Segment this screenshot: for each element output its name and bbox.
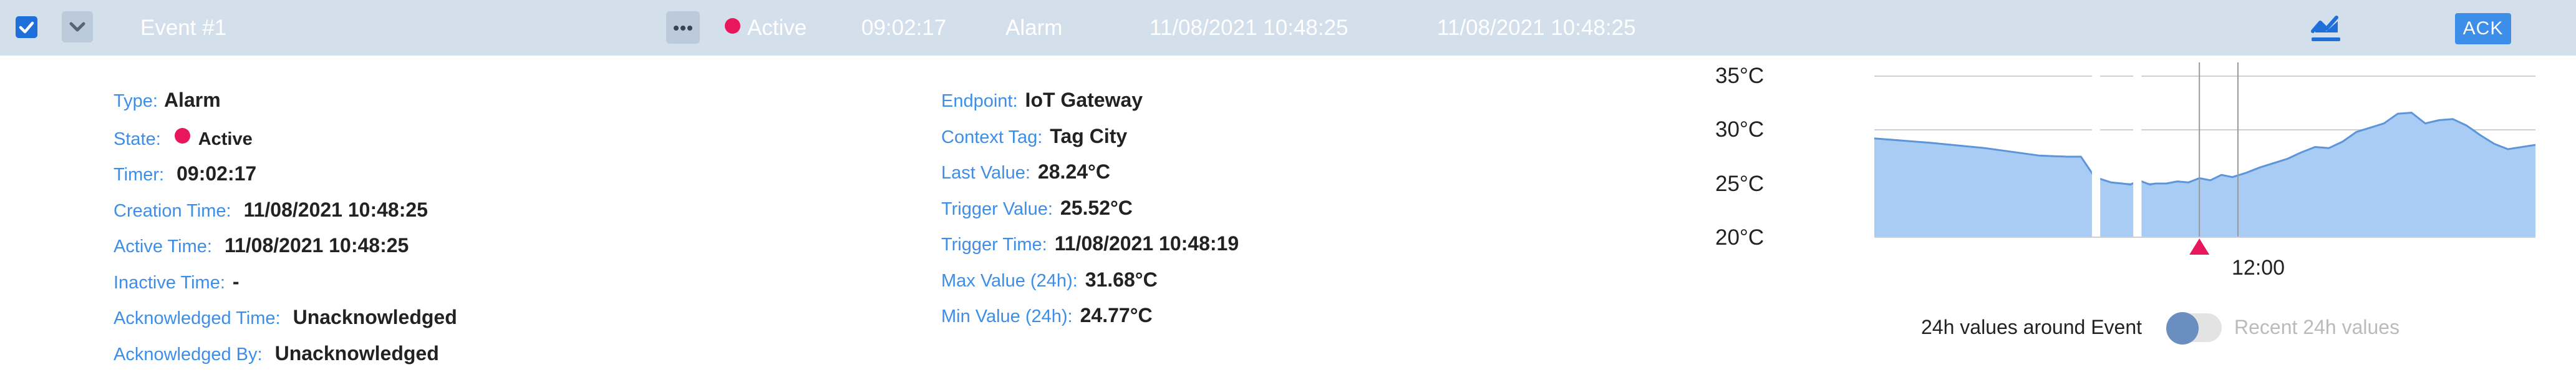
series-area — [1874, 112, 2535, 237]
y-tick-label: 35°C — [1715, 64, 1765, 88]
select-checkbox[interactable] — [16, 16, 37, 38]
detail-label: Creation Time: — [114, 201, 231, 221]
y-tick-label: 30°C — [1715, 117, 1765, 142]
event-marker-triangle — [2189, 238, 2210, 255]
checkbox-check-icon — [19, 21, 34, 34]
detail-label: Inactive Time: — [114, 273, 225, 293]
detail-trigger-value: Trigger Value: 25.52°C — [941, 198, 1133, 218]
detail-type: Type: Alarm — [114, 90, 221, 110]
chevron-down-icon — [69, 22, 85, 32]
detail-acknowledged-by: Acknowledged By: Unacknowledged — [114, 343, 439, 364]
chart-range-toggle-knob[interactable] — [2166, 312, 2199, 345]
detail-value: Tag City — [1050, 125, 1128, 147]
detail-value: IoT Gateway — [1025, 89, 1143, 111]
header-timer: 09:02:17 — [861, 16, 947, 40]
detail-timer: Timer: 09:02:17 — [114, 164, 256, 184]
y-tick-label: 25°C — [1715, 172, 1765, 196]
more-actions-button[interactable] — [666, 11, 700, 44]
header-active-time: 11/08/2021 10:48:25 — [1437, 16, 1636, 40]
detail-inactive-time: Inactive Time: - — [114, 272, 240, 292]
detail-endpoint: Endpoint: IoT Gateway — [941, 90, 1143, 110]
detail-label: Active Time: — [114, 237, 212, 257]
data-gap — [2091, 73, 2101, 237]
detail-label: Trigger Time: — [941, 235, 1047, 255]
detail-value: 11/08/2021 10:48:19 — [1054, 232, 1239, 255]
ack-button[interactable]: ACK — [2455, 13, 2511, 44]
header-type: Alarm — [1005, 16, 1063, 40]
y-tick-label: 20°C — [1715, 225, 1765, 250]
header-state: Active — [747, 16, 807, 40]
chart-plot-area[interactable] — [1865, 62, 2539, 262]
event-header-bar[interactable]: Event #1 Active 09:02:17 Alarm 11/08/202… — [0, 0, 2576, 56]
detail-active-time: Active Time: 11/08/2021 10:48:25 — [114, 235, 409, 256]
detail-value: - — [232, 270, 240, 293]
detail-context-tag: Context Tag: Tag City — [941, 126, 1127, 147]
detail-label: Context Tag: — [941, 127, 1043, 147]
detail-label: Acknowledged By: — [114, 345, 263, 365]
detail-state: State: Active — [114, 128, 253, 149]
detail-label: Endpoint: — [941, 91, 1018, 111]
toggle-left-label[interactable]: 24h values around Event — [1921, 317, 2142, 337]
toggle-right-label[interactable]: Recent 24h values — [2234, 317, 2399, 337]
detail-value: Unacknowledged — [293, 306, 457, 328]
detail-acknowledged-time: Acknowledged Time: Unacknowledged — [114, 307, 457, 328]
detail-creation-time: Creation Time: 11/08/2021 10:48:25 — [114, 200, 428, 220]
x-tick-label: 12:00 — [2232, 256, 2285, 280]
detail-value: 09:02:17 — [177, 162, 257, 185]
trend-chart-button[interactable] — [2309, 12, 2343, 47]
detail-value: 11/08/2021 10:48:25 — [224, 234, 409, 257]
detail-label: Min Value (24h): — [941, 306, 1073, 326]
detail-label: Last Value: — [941, 163, 1030, 183]
detail-label: Type: — [114, 91, 158, 111]
detail-value: 11/08/2021 10:48:25 — [243, 198, 428, 221]
detail-trigger-time: Trigger Time: 11/08/2021 10:48:19 — [941, 233, 1239, 254]
detail-label: Trigger Value: — [941, 199, 1053, 219]
detail-label: Timer: — [114, 165, 165, 185]
active-status-dot — [175, 128, 191, 144]
detail-value: Active — [198, 129, 253, 149]
detail-max-value: Max Value (24h): 31.68°C — [941, 270, 1158, 290]
detail-label: Max Value (24h): — [941, 271, 1078, 291]
data-gap — [2133, 73, 2142, 237]
detail-min-value: Min Value (24h): 24.77°C — [941, 305, 1153, 326]
detail-value: 31.68°C — [1085, 268, 1158, 291]
expand-toggle-button[interactable] — [62, 11, 93, 42]
detail-value: 28.24°C — [1037, 160, 1110, 183]
trend-chart-icon — [2311, 16, 2340, 41]
detail-label: Acknowledged Time: — [114, 308, 281, 328]
detail-label: State: — [114, 129, 161, 149]
more-icon — [674, 26, 692, 31]
detail-value: Alarm — [163, 89, 221, 111]
active-status-dot — [725, 18, 740, 34]
detail-value: 24.77°C — [1080, 304, 1153, 326]
detail-value: 25.52°C — [1060, 197, 1133, 219]
header-creation-time: 11/08/2021 10:48:25 — [1150, 16, 1349, 40]
detail-last-value: Last Value: 28.24°C — [941, 162, 1110, 182]
event-name: Event #1 — [140, 16, 227, 40]
detail-value: Unacknowledged — [274, 342, 439, 365]
